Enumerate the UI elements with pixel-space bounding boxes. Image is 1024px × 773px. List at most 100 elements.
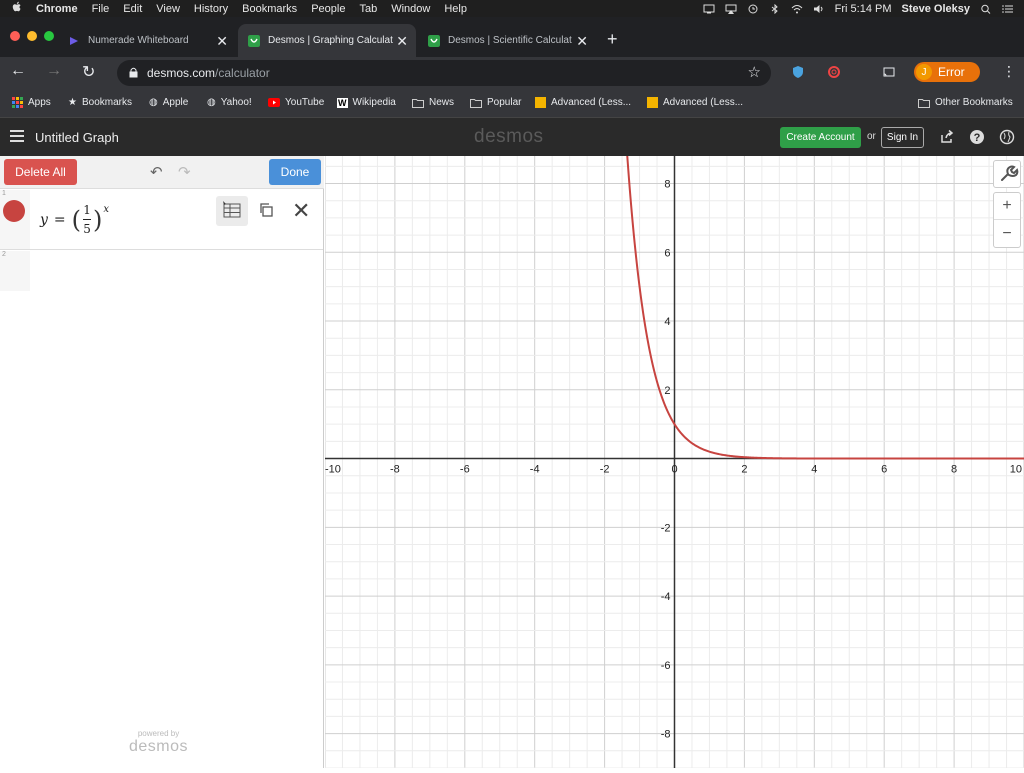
- url-path: /calculator: [215, 66, 270, 80]
- bookmark-label: Wikipedia: [352, 97, 396, 108]
- bookmark-apps[interactable]: Apps: [12, 97, 51, 108]
- color-toggle-circle[interactable]: [3, 200, 25, 222]
- bookmark-label: Apple: [162, 97, 189, 108]
- star-icon: ★: [68, 97, 77, 108]
- wikipedia-icon: W: [337, 97, 348, 108]
- menu-edit[interactable]: Edit: [123, 3, 142, 15]
- language-globe-icon[interactable]: [999, 129, 1015, 145]
- bluetooth-icon[interactable]: [769, 3, 781, 14]
- menubar-user[interactable]: Steve Oleksy: [902, 3, 971, 15]
- tab-title: Desmos | Scientific Calculat: [448, 35, 572, 46]
- globe-icon: ◍: [149, 97, 158, 108]
- graph-title[interactable]: Untitled Graph: [35, 130, 119, 145]
- forward-arrow-icon[interactable]: →: [46, 62, 62, 80]
- screen-record-icon[interactable]: [703, 4, 715, 14]
- x-tick-label: -6: [460, 464, 470, 476]
- bookmark-label: Other Bookmarks: [935, 97, 1013, 108]
- globe-icon: ◍: [207, 97, 216, 108]
- reload-icon[interactable]: ↻: [82, 62, 95, 82]
- folder-icon: [470, 98, 482, 108]
- numerade-favicon-icon: [70, 36, 78, 45]
- close-window-button[interactable]: [10, 31, 20, 41]
- close-tab-icon[interactable]: ✕: [216, 33, 228, 50]
- convert-to-table-button[interactable]: [216, 196, 248, 226]
- x-tick-label: -4: [530, 464, 540, 476]
- graph-paper[interactable]: -10 -8 -6 -4 -2 0 2 4 6 8 10 -8 -6 -4 -2 2 4 6 8 + −: [324, 141, 1024, 769]
- duplicate-icon[interactable]: [258, 202, 274, 218]
- bookmark-wikipedia[interactable]: W Wikipedia: [337, 97, 396, 108]
- zoom-window-button[interactable]: [44, 31, 54, 41]
- menu-history[interactable]: History: [194, 3, 228, 15]
- bookmark-youtube[interactable]: YouTube: [268, 97, 324, 108]
- menu-app-name[interactable]: Chrome: [36, 3, 78, 15]
- menubar-clock[interactable]: Fri 5:14 PM: [835, 3, 892, 15]
- tab-title: Numerade Whiteboard: [88, 35, 189, 46]
- minimize-window-button[interactable]: [27, 31, 37, 41]
- zoom-in-button[interactable]: +: [994, 193, 1020, 220]
- done-button[interactable]: Done: [269, 159, 321, 185]
- bookmark-bookmarks[interactable]: ★ Bookmarks: [68, 97, 132, 108]
- undo-icon[interactable]: ↶: [150, 163, 163, 181]
- math-fraction: 1 5: [83, 203, 92, 236]
- delete-all-button[interactable]: Delete All: [4, 159, 77, 185]
- redo-icon[interactable]: ↷: [178, 163, 191, 181]
- volume-icon[interactable]: [813, 4, 825, 14]
- function-curve: [625, 141, 1024, 460]
- math-numerator: 1: [83, 203, 91, 217]
- apps-grid-icon: [12, 97, 23, 108]
- chrome-menu-icon[interactable]: ⋮: [1002, 63, 1016, 80]
- graph-settings-button[interactable]: [993, 160, 1021, 188]
- powered-by-desmos: powered by desmos: [129, 729, 188, 756]
- notification-center-icon[interactable]: [1002, 4, 1014, 14]
- create-account-button[interactable]: Create Account: [780, 127, 861, 148]
- new-tab-plus-icon[interactable]: +: [607, 29, 618, 50]
- expression-math[interactable]: y = ( 1 5 ) x: [40, 203, 109, 236]
- empty-expression-row[interactable]: 2: [0, 251, 30, 291]
- graph-canvas[interactable]: -10 -8 -6 -4 -2 0 2 4 6 8 10 -8 -6 -4 -2 2 4 6 8: [324, 141, 1024, 769]
- menu-file[interactable]: File: [92, 3, 110, 15]
- math-exponent: x: [103, 204, 110, 215]
- menu-people[interactable]: People: [311, 3, 345, 15]
- close-tab-icon[interactable]: ✕: [396, 33, 408, 50]
- tab-desmos-graphing[interactable]: Desmos | Graphing Calculat ✕: [238, 24, 416, 57]
- hamburger-menu-icon[interactable]: [10, 130, 24, 142]
- cast-icon[interactable]: [882, 65, 896, 79]
- profile-error-button[interactable]: J Error: [914, 62, 980, 82]
- zoom-out-button[interactable]: −: [994, 220, 1020, 247]
- desmos-header: Untitled Graph desmos Create Account or …: [0, 118, 1024, 156]
- x-tick-label: 10: [1010, 464, 1022, 476]
- extension-shield-icon[interactable]: [791, 65, 805, 79]
- time-machine-icon[interactable]: [747, 4, 759, 14]
- bookmark-popular[interactable]: Popular: [470, 97, 521, 108]
- expression-index: 2: [2, 251, 6, 258]
- menu-help[interactable]: Help: [444, 3, 467, 15]
- menu-view[interactable]: View: [156, 3, 180, 15]
- expression-index: 1: [2, 190, 6, 197]
- help-icon[interactable]: ?: [969, 129, 985, 145]
- tab-numerade[interactable]: Numerade Whiteboard ✕: [58, 24, 236, 57]
- bookmark-advanced-2[interactable]: Advanced (Less...: [647, 97, 743, 108]
- expression-row[interactable]: 1 y = ( 1 5 ) x ✕: [0, 190, 323, 250]
- menu-tab[interactable]: Tab: [359, 3, 377, 15]
- wifi-icon[interactable]: [791, 4, 803, 14]
- address-bar[interactable]: desmos.com/calculator ☆: [117, 60, 771, 86]
- sign-in-button[interactable]: Sign In: [881, 127, 924, 148]
- back-arrow-icon[interactable]: ←: [10, 62, 26, 80]
- bookmark-news[interactable]: News: [412, 97, 454, 108]
- delete-expression-icon[interactable]: ✕: [292, 198, 310, 224]
- menu-window[interactable]: Window: [391, 3, 430, 15]
- menu-bookmarks[interactable]: Bookmarks: [242, 3, 297, 15]
- share-icon[interactable]: [939, 129, 955, 145]
- extension-swirl-icon[interactable]: [827, 65, 841, 79]
- close-tab-icon[interactable]: ✕: [576, 33, 588, 50]
- bookmark-yahoo[interactable]: ◍ Yahoo!: [207, 97, 252, 108]
- tab-desmos-scientific[interactable]: Desmos | Scientific Calculat ✕: [418, 24, 596, 57]
- spotlight-search-icon[interactable]: [980, 4, 992, 14]
- math-lhs: y: [40, 211, 48, 228]
- bookmark-star-icon[interactable]: ☆: [748, 63, 761, 81]
- bookmark-advanced-1[interactable]: Advanced (Less...: [535, 97, 631, 108]
- apple-menu-icon[interactable]: [12, 1, 22, 16]
- other-bookmarks[interactable]: Other Bookmarks: [918, 97, 1013, 108]
- bookmark-apple[interactable]: ◍ Apple: [149, 97, 188, 108]
- airplay-icon[interactable]: [725, 4, 737, 14]
